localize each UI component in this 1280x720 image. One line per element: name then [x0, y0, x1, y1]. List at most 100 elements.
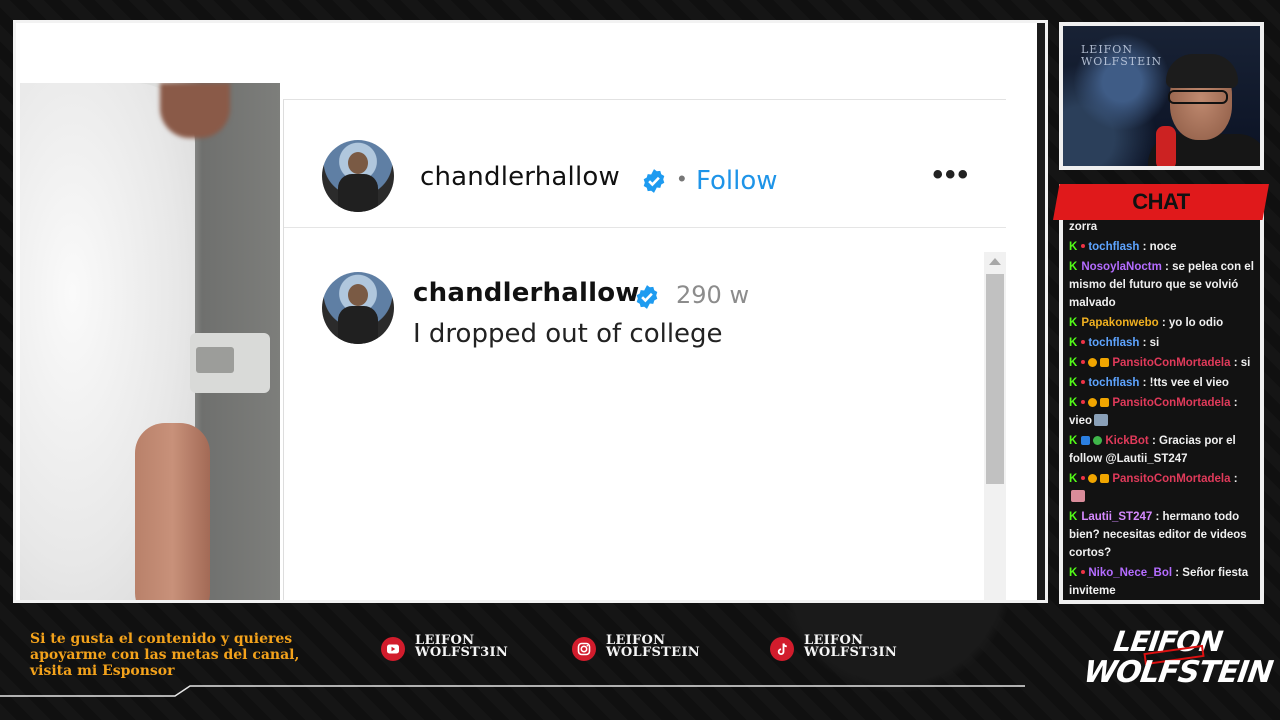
instagram-icon	[572, 637, 596, 661]
bot-badge-icon	[1081, 436, 1091, 445]
chat-panel: zorra Ktochflash : noce K NosoylaNoctm : …	[1059, 184, 1264, 604]
frame-edge	[1037, 23, 1045, 600]
chat-message: Ktochflash : noce	[1069, 238, 1259, 256]
comment-text: I dropped out of college	[413, 319, 723, 349]
verified-badge-icon	[636, 285, 658, 309]
chat-username[interactable]: KickBot	[1105, 435, 1148, 447]
instagram-post-panel: chandlerhallow • Follow ••• chandlerhall…	[283, 99, 1006, 600]
logo-bottom-text: WOLFSTEIN	[1081, 655, 1275, 690]
scroll-thumb[interactable]	[986, 274, 1004, 484]
chat-username[interactable]: tochflash	[1088, 377, 1139, 389]
emote-icon	[1071, 490, 1085, 502]
chat-message: K PansitoConMortadela : si	[1069, 354, 1259, 372]
webcam-feed: LEIFON WOLFSTEIN	[1059, 22, 1264, 170]
badge-icon	[1081, 244, 1086, 248]
kick-badge-icon: K	[1069, 357, 1078, 369]
follow-button[interactable]: Follow	[696, 166, 778, 196]
chat-message-text: zorra	[1069, 221, 1098, 233]
post-header: chandlerhallow • Follow •••	[284, 100, 1006, 228]
microphone	[1156, 126, 1176, 166]
subscriber-badge-icon	[1088, 398, 1098, 407]
tiktok-icon	[770, 637, 794, 661]
post-photo	[20, 83, 280, 600]
footer-divider	[0, 685, 1025, 697]
badge-icon	[1081, 570, 1086, 574]
chat-username[interactable]: tochflash	[1088, 241, 1139, 253]
scroll-up-arrow-icon[interactable]	[989, 258, 1001, 265]
comment-timestamp: 290 w	[676, 281, 750, 309]
channel-logo: LEIFON WOLFSTEIN	[1082, 625, 1275, 695]
chat-message: K PansitoConMortadela : vieo	[1069, 394, 1259, 430]
footer-bar: Si te gusta el contenido y quieres apoya…	[0, 605, 1280, 720]
subscriber-badge-icon	[1088, 358, 1098, 367]
chat-message: K Papakonwebo : yo lo odio	[1069, 314, 1259, 332]
chat-message-text: : si	[1233, 357, 1251, 369]
comment-username[interactable]: chandlerhallow	[413, 278, 640, 308]
kick-badge-icon: K	[1069, 241, 1078, 253]
post-username[interactable]: chandlerhallow	[420, 162, 620, 192]
chat-username[interactable]: Lautii_ST247	[1081, 511, 1152, 523]
kick-badge-icon: K	[1069, 337, 1078, 349]
stream-video-frame: chandlerhallow • Follow ••• chandlerhall…	[13, 20, 1048, 603]
badge-icon	[1081, 360, 1086, 364]
social-label: LEIFON WOLFST3IN	[804, 634, 898, 660]
chat-message: K KickBot : Gracias por el follow @Lautii…	[1069, 432, 1259, 468]
kick-badge-icon: K	[1069, 397, 1078, 409]
chat-message: Ktochflash : si	[1069, 334, 1259, 352]
sponsor-text: Si te gusta el contenido y quieres apoya…	[30, 631, 300, 679]
badge-icon	[1081, 380, 1086, 384]
chat-username[interactable]: NosoylaNoctm	[1081, 261, 1162, 273]
kick-badge-icon: K	[1069, 473, 1078, 485]
chat-messages: zorra Ktochflash : noce K NosoylaNoctm : …	[1069, 218, 1259, 600]
badge-icon	[1081, 400, 1086, 404]
kick-badge-icon: K	[1069, 261, 1078, 273]
gift-badge-icon	[1100, 474, 1110, 483]
chat-message: K Niko_Nece_Bol : Señor fiesta inviteme	[1069, 564, 1259, 600]
chat-message: zorra	[1069, 218, 1259, 236]
streamer-glasses	[1168, 90, 1228, 104]
chat-message-text: :	[1233, 473, 1238, 485]
chat-username[interactable]: PansitoConMortadela	[1112, 473, 1230, 485]
avatar[interactable]	[322, 140, 394, 212]
kick-badge-icon: K	[1069, 435, 1078, 447]
comment-avatar[interactable]	[322, 272, 394, 344]
youtube-icon	[381, 637, 405, 661]
subscriber-badge-icon	[1088, 474, 1098, 483]
emote-icon	[1094, 414, 1109, 426]
kick-badge-icon: K	[1069, 567, 1078, 579]
verified-bot-icon	[1093, 436, 1103, 445]
chat-title: CHAT	[1132, 189, 1190, 214]
chat-message-text: : yo lo odio	[1161, 317, 1224, 329]
chat-message-text: : !tts vee el vieo	[1142, 377, 1229, 389]
separator-dot: •	[678, 166, 686, 191]
streamer-hair	[1166, 54, 1238, 88]
chat-message-text: : noce	[1142, 241, 1177, 253]
chat-username[interactable]: Niko_Nece_Bol	[1088, 567, 1172, 579]
chat-header: CHAT	[1053, 184, 1269, 220]
chat-username[interactable]: Papakonwebo	[1081, 317, 1158, 329]
person-head	[160, 83, 230, 138]
chat-message-text: : si	[1142, 337, 1160, 349]
chat-username[interactable]: PansitoConMortadela	[1112, 357, 1230, 369]
more-options-icon[interactable]: •••	[932, 158, 970, 192]
gift-badge-icon	[1100, 358, 1110, 367]
chat-username[interactable]: PansitoConMortadela	[1112, 397, 1230, 409]
streamer	[1148, 50, 1260, 166]
person-arm	[135, 423, 210, 600]
kick-badge-icon: K	[1069, 317, 1078, 329]
badge-icon	[1081, 476, 1086, 480]
social-label: LEIFON WOLFST3IN	[415, 634, 508, 659]
social-line2: WOLFST3IN	[804, 645, 898, 660]
chat-message: K Lautii_ST247 : hermano todo bien? neces…	[1069, 508, 1259, 562]
video-content: chandlerhallow • Follow ••• chandlerhall…	[20, 27, 1035, 600]
social-label: LEIFON WOLFSTEIN	[606, 634, 700, 659]
verified-badge-icon	[643, 169, 665, 193]
comments-scrollbar[interactable]	[984, 252, 1006, 600]
wall-device	[190, 333, 270, 393]
badge-icon	[1081, 340, 1086, 344]
chat-username[interactable]: tochflash	[1088, 337, 1139, 349]
kick-badge-icon: K	[1069, 377, 1078, 389]
chat-message: K NosoylaNoctm : se pelea con el mismo de…	[1069, 258, 1259, 312]
chat-message: Ktochflash : !tts vee el vieo	[1069, 374, 1259, 392]
kick-badge-icon: K	[1069, 511, 1078, 523]
